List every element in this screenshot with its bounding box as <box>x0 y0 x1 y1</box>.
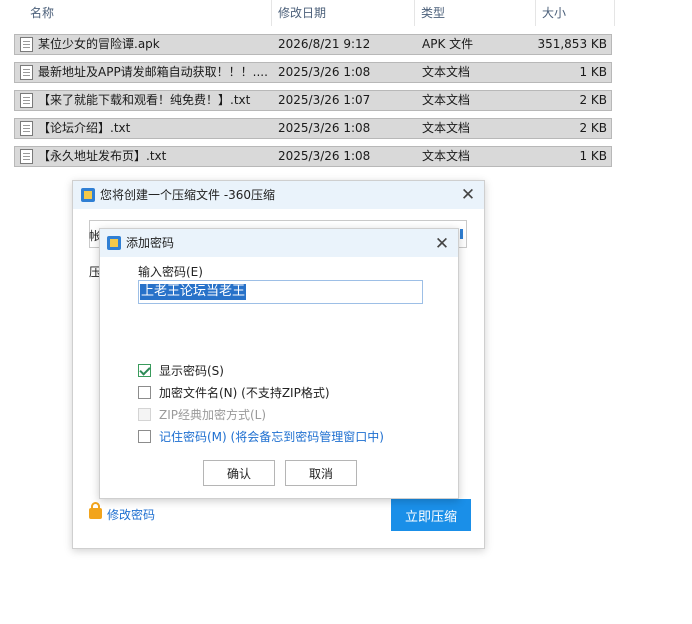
file-date: 2025/3/26 1:07 <box>278 93 371 107</box>
file-date: 2026/8/21 9:12 <box>278 37 371 51</box>
file-size: 351,853 KB <box>537 37 607 51</box>
file-size: 1 KB <box>579 149 607 163</box>
zip-classic-encryption-checkbox <box>138 408 151 421</box>
column-divider[interactable] <box>614 0 615 26</box>
browse-folder-icon[interactable] <box>460 229 463 239</box>
file-name: 【来了就能下载和观看！纯免费！】.txt <box>38 93 251 107</box>
file-name: 某位少女的冒险谭.apk <box>38 37 160 51</box>
text-file-icon <box>20 149 33 164</box>
add-password-dialog: 添加密码 ✕ 输入密码(E) 上老王论坛当老王 显示密码(S) 加密文件名(N)… <box>99 228 459 499</box>
file-type: 文本文档 <box>422 121 471 135</box>
remember-password-checkbox[interactable] <box>138 430 151 443</box>
file-name: 【论坛介绍】.txt <box>38 121 131 135</box>
file-row[interactable]: 最新地址及APP请发邮箱自动获取！！！.... 2025/3/26 1:08 文… <box>14 62 612 83</box>
file-date: 2025/3/26 1:08 <box>278 65 371 79</box>
compress-dialog-title: 您将创建一个压缩文件 -360压缩 <box>100 188 276 202</box>
file-type: 文本文档 <box>422 149 471 163</box>
column-header-size[interactable]: 大小 <box>542 0 566 26</box>
text-file-icon <box>20 65 33 80</box>
360zip-app-icon <box>81 188 95 202</box>
column-header-type[interactable]: 类型 <box>421 0 445 26</box>
lock-icon <box>89 502 102 519</box>
compress-now-button[interactable]: 立即压缩 <box>391 499 471 531</box>
change-password-label[interactable]: 修改密码 <box>107 505 155 525</box>
password-input[interactable]: 上老王论坛当老王 <box>138 280 423 304</box>
file-row[interactable]: 【来了就能下载和观看！纯免费！】.txt 2025/3/26 1:07 文本文档… <box>14 90 612 111</box>
add-password-title: 添加密码 <box>126 236 175 250</box>
column-divider[interactable] <box>535 0 536 26</box>
file-size: 2 KB <box>579 93 607 107</box>
360zip-app-icon <box>107 236 121 250</box>
file-type: 文本文档 <box>422 65 471 79</box>
add-password-titlebar[interactable]: 添加密码 ✕ <box>100 229 458 257</box>
file-size: 2 KB <box>579 121 607 135</box>
remember-password-label[interactable]: 记住密码(M) (将会备忘到密码管理窗口中) <box>159 429 384 445</box>
show-password-checkbox[interactable] <box>138 364 151 377</box>
file-icon <box>20 37 33 52</box>
file-type: APK 文件 <box>422 37 474 51</box>
cancel-button[interactable]: 取消 <box>285 460 357 486</box>
encrypt-filenames-checkbox[interactable] <box>138 386 151 399</box>
sort-ascending-icon: ^ <box>141 0 149 2</box>
zip-classic-encryption-label: ZIP经典加密方式(L) <box>159 408 267 422</box>
column-divider[interactable] <box>414 0 415 26</box>
file-date: 2025/3/26 1:08 <box>278 149 371 163</box>
column-header-date[interactable]: 修改日期 <box>278 0 326 26</box>
file-name: 【永久地址发布页】.txt <box>38 149 167 163</box>
file-row[interactable]: 【永久地址发布页】.txt 2025/3/26 1:08 文本文档 1 KB <box>14 146 612 167</box>
column-header-name[interactable]: 名称 <box>30 0 54 26</box>
file-row[interactable]: 某位少女的冒险谭.apk 2026/8/21 9:12 APK 文件 351,8… <box>14 34 612 55</box>
file-type: 文本文档 <box>422 93 471 107</box>
compress-dialog-titlebar[interactable]: 您将创建一个压缩文件 -360压缩 ✕ <box>73 181 484 209</box>
file-size: 1 KB <box>579 65 607 79</box>
password-text: 上老王论坛当老王 <box>140 284 247 300</box>
column-divider[interactable] <box>271 0 272 26</box>
confirm-button[interactable]: 确认 <box>203 460 275 486</box>
file-date: 2025/3/26 1:08 <box>278 121 371 135</box>
file-row[interactable]: 【论坛介绍】.txt 2025/3/26 1:08 文本文档 2 KB <box>14 118 612 139</box>
text-file-icon <box>20 93 33 108</box>
close-icon[interactable]: ✕ <box>460 187 476 204</box>
show-password-label[interactable]: 显示密码(S) <box>159 363 224 379</box>
encrypt-filenames-label[interactable]: 加密文件名(N) (不支持ZIP格式) <box>159 385 330 401</box>
text-file-icon <box>20 121 33 136</box>
file-name: 最新地址及APP请发邮箱自动获取！！！.... <box>38 65 268 79</box>
password-label: 输入密码(E) <box>138 265 203 279</box>
close-icon[interactable]: ✕ <box>434 236 450 253</box>
